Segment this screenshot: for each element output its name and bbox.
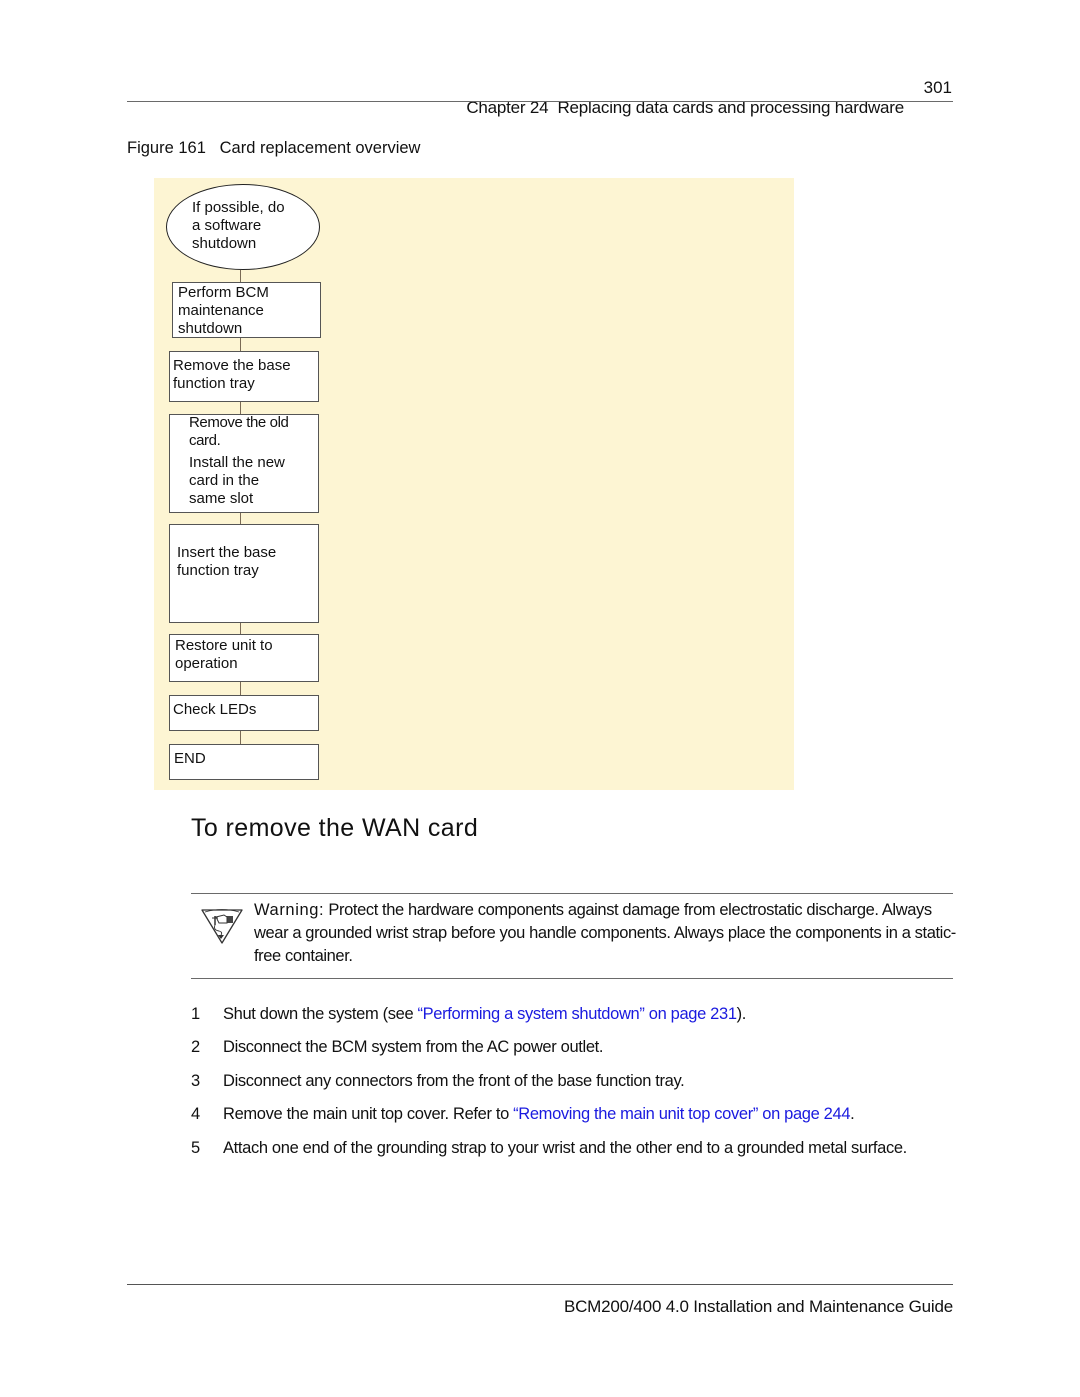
warning-top-divider <box>191 893 953 894</box>
flowchart-connector <box>240 622 241 634</box>
cross-reference-link[interactable]: “Performing a system shutdown” on page 2… <box>418 1005 738 1023</box>
flowchart-step-box: Insert the base function tray <box>169 524 319 623</box>
step-text-pre: Remove the main unit top cover. Refer to <box>223 1105 514 1123</box>
flowchart-step-text: Restore unit to operation <box>175 637 273 672</box>
flowchart-connector <box>240 681 241 695</box>
flowchart-step-text: Insert the base function tray <box>177 544 277 579</box>
page-number: 301 <box>923 78 952 97</box>
flowchart-start-text: If possible, do a software shutdown <box>192 199 285 252</box>
step-text: Attach one end of the grounding strap to… <box>223 1139 907 1157</box>
step-number: 1 <box>191 1005 200 1023</box>
section-title: To remove the WAN card <box>191 814 479 842</box>
step-text-post: . <box>850 1105 855 1123</box>
flowchart-step-box: Remove the base function tray <box>169 351 319 402</box>
flowchart-end-box: END <box>169 744 319 780</box>
flowchart-connector <box>240 337 241 351</box>
esd-warning-icon <box>199 906 245 946</box>
guide-title: BCM200/400 4.0 Installation and Maintena… <box>563 1297 953 1316</box>
flowchart-step-box: Perform BCM maintenance shutdown <box>172 282 321 338</box>
flowchart-step-box: Restore unit to operation <box>169 634 319 682</box>
flowchart-step-box: Remove the old card. Install the new car… <box>169 414 319 513</box>
flowchart-step-text: Perform BCM maintenance shutdown <box>178 284 269 337</box>
cross-reference-link[interactable]: “Removing the main unit top cover” on pa… <box>513 1105 850 1123</box>
warning-message: Warning: Protect the hardware components… <box>254 899 959 968</box>
step-text-post: ). <box>736 1005 747 1023</box>
warning-text: Protect the hardware components against … <box>254 901 956 965</box>
step-number: 4 <box>191 1105 200 1123</box>
footer-divider <box>127 1284 953 1285</box>
flowchart-step-text: Remove the old card. <box>189 414 289 449</box>
step-number: 3 <box>191 1072 200 1090</box>
step-text-pre: Shut down the system (see <box>223 1005 418 1023</box>
warning-bottom-divider <box>191 978 953 979</box>
flowchart-step-text: Remove the base function tray <box>173 357 291 392</box>
header-divider <box>127 101 953 102</box>
flowchart-end-text: END <box>174 750 206 767</box>
step-text: Disconnect the BCM system from the AC po… <box>223 1038 604 1056</box>
figure-caption: Figure 161 Card replacement overview <box>127 139 421 157</box>
step-text: Shut down the system (see “Performing a … <box>223 1003 933 1026</box>
flowchart-connector <box>240 730 241 744</box>
flowchart-connector <box>240 512 241 524</box>
flowchart-connector <box>240 401 241 414</box>
step-text: Disconnect any connectors from the front… <box>223 1072 685 1090</box>
flowchart-step-box: Check LEDs <box>169 695 319 731</box>
step-number: 2 <box>191 1038 200 1056</box>
step-number: 5 <box>191 1139 200 1157</box>
step-text: Remove the main unit top cover. Refer to… <box>223 1103 933 1126</box>
running-header: Chapter 24 Replacing data cards and proc… <box>457 78 904 118</box>
warning-label: Warning: <box>254 901 325 919</box>
flowchart-step-text: Check LEDs <box>173 701 257 718</box>
flowchart-step-text: Install the new card in the same slot <box>189 454 285 507</box>
